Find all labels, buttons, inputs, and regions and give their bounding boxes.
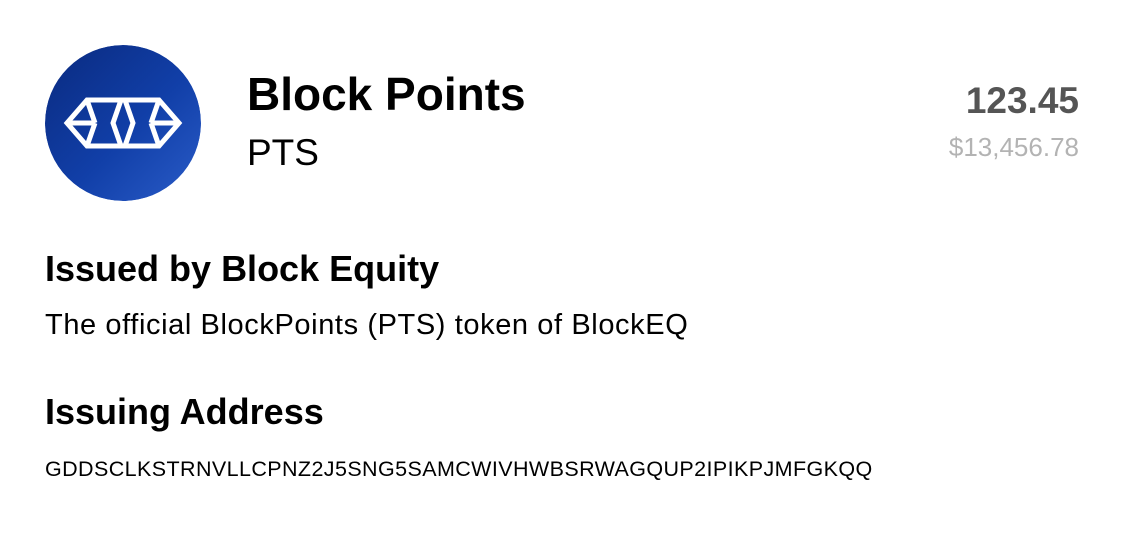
asset-code: PTS <box>247 132 319 173</box>
asset-description: The official BlockPoints (PTS) token of … <box>45 309 689 341</box>
issuer-heading: Issued by Block Equity <box>45 248 440 289</box>
balance-fiat-value: $13,456.78 <box>948 132 1079 162</box>
issuing-address-heading: Issuing Address <box>45 391 324 432</box>
issuing-address-value[interactable]: GDDSCLKSTRNVLLCPNZ2J5SNG5SAMCWIVHWBSRWAG… <box>45 454 873 484</box>
block-points-logo-icon <box>45 45 201 201</box>
balance-amount: 123.45 <box>965 80 1079 121</box>
asset-name: Block Points <box>247 68 526 120</box>
